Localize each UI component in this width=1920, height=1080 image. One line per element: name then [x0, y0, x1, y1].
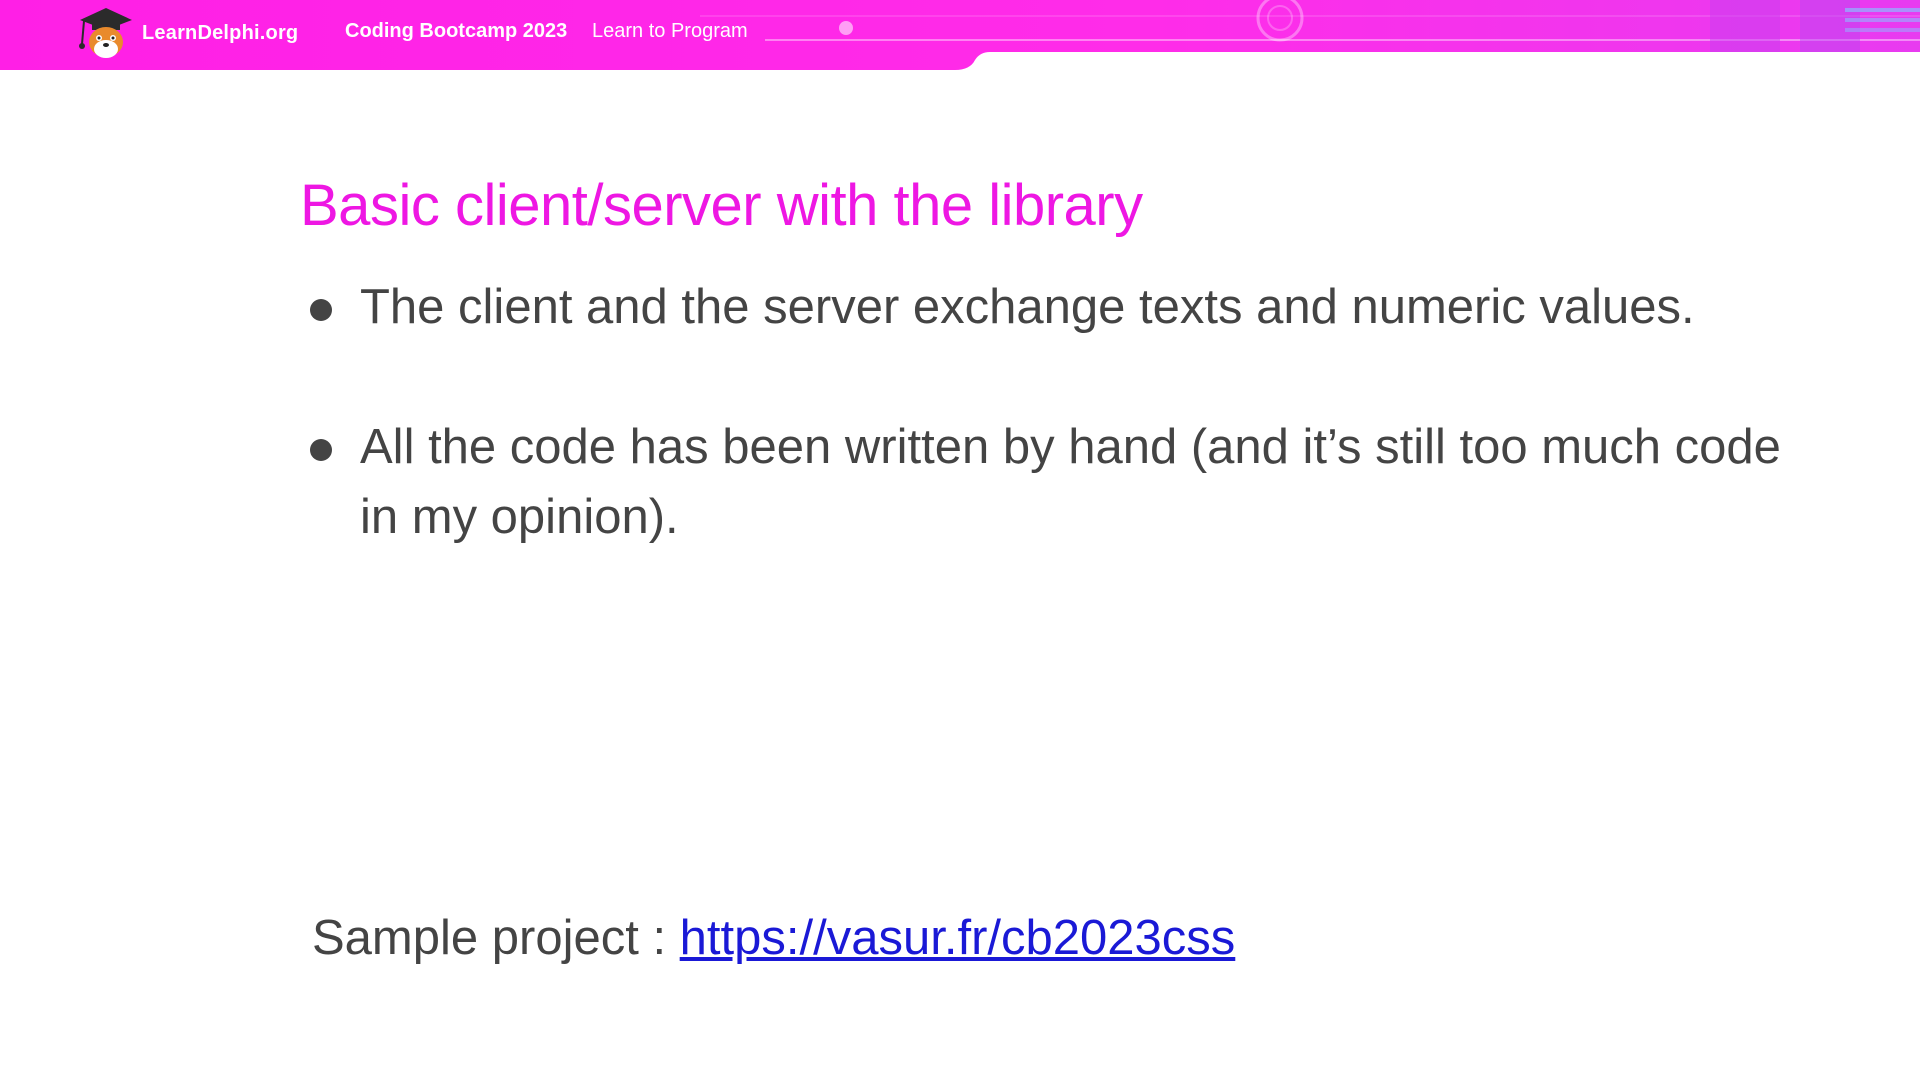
bullet-text: All the code has been written by hand (a… — [360, 420, 1781, 544]
bullet-dot-icon — [310, 299, 332, 321]
bullet-list: The client and the server exchange texts… — [300, 272, 1820, 622]
header-banner: LearnDelphi.org Coding Bootcamp 2023 Lea… — [0, 0, 1920, 70]
sample-project-label: Sample project : — [312, 911, 680, 965]
course-title: Coding Bootcamp 2023 — [345, 20, 568, 42]
sample-project-link[interactable]: https://vasur.fr/cb2023css — [680, 911, 1236, 965]
bullet-dot-icon — [310, 439, 332, 461]
mascot-logo-icon — [76, 6, 134, 60]
brand-name: LearnDelphi.org — [142, 22, 299, 44]
slide-title: Basic client/server with the library — [300, 173, 1143, 238]
course-tagline: Learn to Program — [592, 20, 748, 42]
sample-project-line: Sample project : https://vasur.fr/cb2023… — [312, 910, 1235, 966]
bullet-item: All the code has been written by hand (a… — [300, 412, 1820, 552]
slide: LearnDelphi.org Coding Bootcamp 2023 Lea… — [0, 0, 1920, 1080]
bullet-item: The client and the server exchange texts… — [300, 272, 1820, 342]
bullet-text: The client and the server exchange texts… — [360, 280, 1695, 334]
